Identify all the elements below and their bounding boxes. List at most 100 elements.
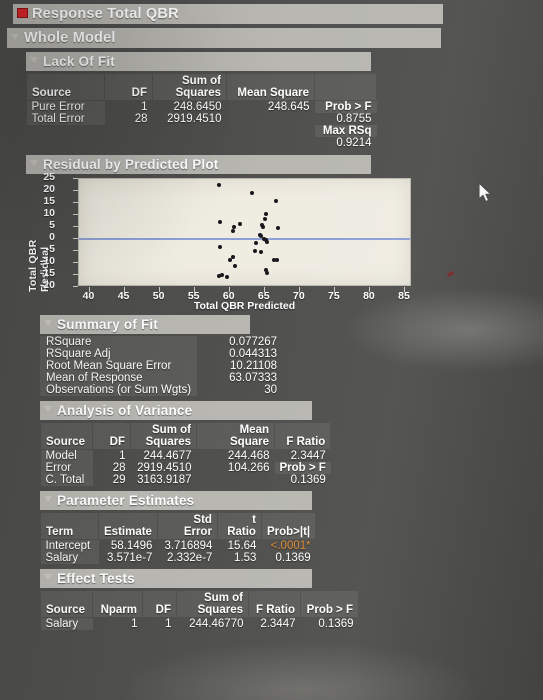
cell-ss: 2919.4510: [167, 113, 222, 125]
y-axis-tick-mark: [73, 262, 78, 263]
y-axis-tick-mark: [73, 226, 78, 227]
data-point[interactable]: [258, 249, 263, 254]
cell-prob-f-value: 0.1369: [290, 474, 326, 486]
lack-of-fit-title: Lack Of Fit: [43, 53, 115, 69]
data-point[interactable]: [238, 222, 243, 227]
cell-source: Salary: [40, 617, 93, 630]
data-point[interactable]: [264, 239, 269, 244]
outline-parameter-estimates[interactable]: Parameter Estimates: [40, 491, 312, 510]
outline-analysis-of-variance[interactable]: Analysis of Variance: [40, 401, 312, 420]
residual-scatter-plot[interactable]: Total QBR Residual Total QBR Predicted 2…: [27, 171, 434, 312]
cell-source: Error: [40, 462, 93, 474]
y-axis-tick-mark: [73, 214, 78, 215]
mouse-pointer-icon: [478, 182, 492, 203]
disclosure-triangle-icon[interactable]: [44, 406, 52, 412]
cell-empty: [153, 125, 227, 137]
outline-summary-of-fit[interactable]: Summary of Fit: [40, 315, 250, 334]
data-point[interactable]: [231, 255, 236, 260]
cell-ms: 244.468: [227, 450, 270, 462]
data-point[interactable]: [216, 274, 221, 279]
x-axis-tick-mark: [193, 287, 195, 292]
cell-df: 1: [141, 101, 148, 113]
disclosure-triangle-icon[interactable]: [44, 320, 52, 326]
col-extra: [314, 73, 377, 101]
cell-prob-f: 0.1369: [318, 618, 354, 630]
x-axis-tick-mark: [263, 287, 265, 292]
cell-f-ratio: 2.3447: [290, 450, 326, 462]
disclosure-triangle-icon[interactable]: [30, 160, 38, 166]
col-f-ratio: F Ratio: [248, 590, 301, 618]
residual-plot-title: Residual by Predicted Plot: [43, 156, 219, 172]
outline-whole-model[interactable]: Whole Model: [7, 28, 441, 48]
response-icon[interactable]: [17, 7, 28, 18]
effect-tests-title: Effect Tests: [57, 570, 135, 586]
analysis-of-variance-title: Analysis of Variance: [57, 402, 193, 418]
disclosure-triangle-icon[interactable]: [11, 33, 19, 40]
data-point[interactable]: [252, 249, 257, 254]
table-row: 0.9214: [27, 137, 377, 149]
x-axis-tick-mark: [88, 287, 90, 292]
data-point[interactable]: [262, 217, 267, 222]
data-point[interactable]: [224, 275, 229, 280]
table-header-row: Source Nparm DF Sum of Squares F Ratio P…: [40, 590, 359, 618]
cell-df: 29: [112, 474, 126, 486]
data-point[interactable]: [264, 211, 269, 216]
outline-effect-tests[interactable]: Effect Tests: [40, 569, 312, 588]
y-axis-tick-mark: [73, 238, 78, 239]
y-axis-tick-mark: [73, 202, 78, 203]
cell-source: C. Total: [40, 474, 93, 486]
cell-empty: [227, 125, 315, 137]
cell-ms: 248.645: [267, 101, 310, 113]
col-t-ratio: t Ratio: [216, 512, 262, 540]
data-point[interactable]: [217, 220, 222, 225]
table-row: RSquare 0.077267: [40, 336, 283, 348]
y-axis-tick-label: 15: [43, 195, 55, 207]
col-sum-of-squares: Sum of Squares: [152, 73, 227, 101]
cell-term: Salary: [40, 552, 99, 564]
data-point[interactable]: [230, 228, 235, 233]
data-point[interactable]: [217, 244, 222, 249]
data-point[interactable]: [220, 272, 224, 277]
cell-ms: [197, 474, 275, 486]
value-root-mean-square-error: 10.21108: [229, 360, 278, 372]
table-row: Error 28 2919.4510 104.266 Prob > F: [40, 462, 331, 474]
x-axis-tick-mark: [333, 287, 335, 292]
y-axis-tick-label: 20: [43, 183, 55, 195]
cell-ms: 104.266: [227, 462, 270, 474]
data-point[interactable]: [217, 183, 222, 187]
data-point[interactable]: [275, 258, 280, 263]
col-estimate: Estimate: [98, 512, 158, 540]
label-rsquare-adj: RSquare Adj: [40, 348, 198, 360]
disclosure-triangle-icon[interactable]: [30, 57, 38, 63]
col-prob-t: Prob>|t|: [260, 512, 317, 540]
plot-area[interactable]: [78, 178, 411, 286]
x-axis-tick-mark: [158, 287, 160, 292]
data-point[interactable]: [250, 190, 255, 195]
cell-prob-f-label: Prob > F: [314, 100, 377, 113]
data-point[interactable]: [260, 224, 265, 229]
value-observations: 30: [264, 384, 278, 396]
cell-empty: [105, 125, 153, 137]
cell-max-rsq-value: 0.9214: [336, 137, 372, 149]
disclosure-triangle-icon[interactable]: [44, 574, 52, 580]
data-point[interactable]: [276, 226, 281, 231]
outline-residual-by-predicted-plot[interactable]: Residual by Predicted Plot: [26, 155, 371, 174]
disclosure-triangle-icon[interactable]: [44, 496, 52, 502]
table-row: Max RSq: [27, 125, 377, 137]
outline-lack-of-fit[interactable]: Lack Of Fit: [26, 52, 371, 71]
data-point[interactable]: [273, 198, 278, 203]
effect-tests-table: Source Nparm DF Sum of Squares F Ratio P…: [40, 590, 359, 630]
data-point[interactable]: [254, 241, 259, 246]
cell-std-error: 2.332e-7: [167, 552, 213, 564]
table-row: Root Mean Square Error 10.21108: [40, 360, 283, 372]
value-mean-of-response: 63.07333: [229, 372, 278, 384]
cell-empty: [27, 137, 105, 149]
y-axis-tick-label: -20: [39, 279, 55, 291]
col-df: DF: [92, 422, 131, 450]
data-point[interactable]: [264, 271, 269, 276]
cell-nparm: 1: [131, 618, 138, 630]
data-point[interactable]: [232, 263, 237, 268]
y-axis-tick-mark: [73, 250, 78, 251]
data-point[interactable]: [227, 258, 232, 263]
outline-response-total-qbr[interactable]: Response Total QBR: [13, 4, 443, 24]
